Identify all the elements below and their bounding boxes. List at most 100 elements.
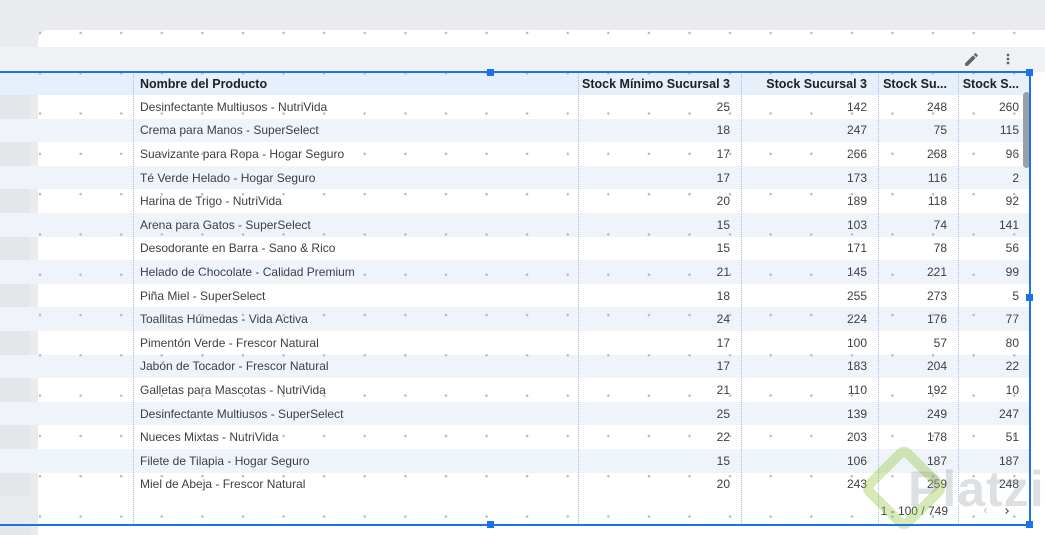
table-row[interactable]: Desinfectante Multiusos - NutriVida 25 142…: [0, 95, 1030, 119]
stock-value-cell: 266: [846, 146, 867, 161]
stock-value-cell: 106: [846, 453, 867, 468]
stock-value-cell: 21: [716, 382, 730, 397]
more-options-kebab-icon[interactable]: [997, 48, 1019, 70]
table-row[interactable]: Toallitas Húmedas - Vida Activa 24 224 176 7…: [0, 307, 1030, 331]
column-separator: [878, 72, 879, 525]
stock-value-cell: 10: [1005, 382, 1019, 397]
stock-value-cell: 273: [926, 288, 947, 303]
table-row[interactable]: Helado de Chocolate - Calidad Premium 21 1…: [0, 260, 1030, 284]
stock-value-cell: 139: [846, 406, 867, 421]
stock-value-cell: 57: [933, 335, 947, 350]
resize-handle-bottom[interactable]: [487, 521, 494, 528]
stock-value-cell: 20: [716, 477, 730, 492]
stock-value-cell: 25: [716, 406, 730, 421]
stock-value-cell: 187: [998, 453, 1019, 468]
chevron-right-icon[interactable]: [996, 500, 1018, 522]
resize-handle-top[interactable]: [487, 69, 494, 76]
stock-value-cell: 51: [1005, 430, 1019, 445]
stock-value-cell: 17: [716, 170, 730, 185]
table-row[interactable]: Crema para Manos - SuperSelect 18 247 75 115: [0, 118, 1030, 143]
stock-value-cell: 5: [1012, 288, 1019, 303]
stock-value-cell: 22: [716, 430, 730, 445]
product-name-cell: Desinfectante Multiusos - NutriVida: [140, 99, 328, 114]
stock-value-cell: 247: [998, 406, 1019, 421]
table-header-row: Nombre del Producto Stock Mínimo Sucursal…: [0, 72, 1030, 95]
product-name-cell: Helado de Chocolate - Calidad Premium: [140, 264, 355, 279]
column-header[interactable]: Stock S...: [958, 77, 1030, 91]
table-row[interactable]: Piña Miel - SuperSelect 18 255 273 5: [0, 283, 1030, 308]
stock-value-cell: 145: [846, 264, 867, 279]
resize-handle-top-right[interactable]: [1026, 69, 1033, 76]
stock-value-cell: 204: [926, 359, 947, 374]
resize-handle-bottom-right[interactable]: [1026, 521, 1033, 528]
chevron-left-icon[interactable]: [974, 500, 996, 522]
product-name-cell: Desinfectante Multiusos - SuperSelect: [140, 406, 344, 421]
product-name-cell: Harina de Trigo - NutriVida: [140, 194, 282, 209]
stock-value-cell: 248: [998, 477, 1019, 492]
product-name-cell: Miel de Abeja - Frescor Natural: [140, 477, 306, 492]
stock-value-cell: 116: [927, 170, 947, 185]
table-row[interactable]: Té Verde Helado - Hogar Seguro 17 173 116 2: [0, 165, 1030, 190]
stock-value-cell: 24: [716, 312, 730, 327]
stock-table-widget[interactable]: Nombre del Producto Stock Mínimo Sucursal…: [0, 72, 1030, 525]
product-name-cell: Piña Miel - SuperSelect: [140, 288, 266, 303]
widget-toolbar-band: [0, 47, 1045, 72]
stock-value-cell: 141: [998, 217, 1019, 232]
stock-value-cell: 268: [926, 146, 947, 161]
selection-border-top: [0, 71, 1030, 73]
pagination-range-label: 1 - 100 / 749: [880, 503, 948, 518]
product-name-cell: Galletas para Mascotas - NutriVida: [140, 382, 326, 397]
table-row[interactable]: Jabón de Tocador - Frescor Natural 17 183 2…: [0, 354, 1030, 379]
stock-value-cell: 15: [716, 453, 730, 468]
stock-value-cell: 142: [846, 99, 867, 114]
table-row[interactable]: Filete de Tilapia - Hogar Seguro 15 106 187…: [0, 448, 1030, 473]
stock-value-cell: 20: [716, 194, 730, 209]
stock-value-cell: 110: [847, 382, 867, 397]
stock-value-cell: 187: [926, 453, 947, 468]
report-editor-workspace: Nombre del Producto Stock Mínimo Sucursal…: [0, 0, 1045, 535]
column-separator: [741, 72, 742, 525]
column-header[interactable]: Stock Sucursal 3: [741, 77, 878, 91]
stock-value-cell: 260: [998, 99, 1019, 114]
stock-value-cell: 183: [846, 359, 867, 374]
stock-value-cell: 259: [926, 477, 947, 492]
table-row[interactable]: Desodorante en Barra - Sano & Rico 15 171 7…: [0, 236, 1030, 261]
product-name-cell: Jabón de Tocador - Frescor Natural: [140, 359, 329, 374]
column-header[interactable]: Nombre del Producto: [133, 77, 578, 91]
stock-value-cell: 118: [927, 194, 947, 209]
table-row[interactable]: Galletas para Mascotas - NutriVida 21 110 1…: [0, 378, 1030, 402]
product-name-cell: Nueces Mixtas - NutriVida: [140, 430, 279, 445]
column-separator: [578, 72, 579, 525]
table-row[interactable]: Pimentón Verde - Frescor Natural 17 100 57 8…: [0, 330, 1030, 355]
column-separator: [133, 72, 134, 525]
table-row[interactable]: Miel de Abeja - Frescor Natural 20 243 259 2…: [0, 472, 1030, 497]
stock-value-cell: 18: [716, 123, 730, 138]
column-header[interactable]: Stock Su...: [878, 77, 958, 91]
stock-value-cell: 249: [926, 406, 947, 421]
column-header[interactable]: Stock Mínimo Sucursal 3: [578, 77, 741, 91]
table-row[interactable]: Harina de Trigo - NutriVida 20 189 118 92: [0, 189, 1030, 213]
resize-handle-right[interactable]: [1026, 294, 1033, 301]
stock-value-cell: 100: [846, 335, 867, 350]
table-row[interactable]: Arena para Gatos - SuperSelect 15 103 74 141: [0, 212, 1030, 237]
table-row[interactable]: Desinfectante Multiusos - SuperSelect 25 1…: [0, 401, 1030, 426]
stock-value-cell: 176: [926, 312, 947, 327]
edit-pencil-icon[interactable]: [960, 48, 982, 70]
table-row[interactable]: Suavizante para Ropa - Hogar Seguro 17 266…: [0, 142, 1030, 166]
stock-value-cell: 173: [846, 170, 867, 185]
stock-value-cell: 2: [1012, 170, 1019, 185]
product-name-cell: Desodorante en Barra - Sano & Rico: [140, 241, 336, 256]
column-separator: [958, 72, 959, 525]
stock-value-cell: 17: [716, 359, 730, 374]
stock-value-cell: 203: [846, 430, 867, 445]
table-row[interactable]: Nueces Mixtas - NutriVida 22 203 178 51: [0, 425, 1030, 449]
stock-value-cell: 18: [716, 288, 730, 303]
stock-value-cell: 25: [716, 99, 730, 114]
stock-value-cell: 192: [926, 382, 947, 397]
stock-value-cell: 75: [933, 123, 947, 138]
selection-border-bottom: [0, 524, 1030, 526]
stock-value-cell: 99: [1005, 264, 1019, 279]
stock-value-cell: 171: [846, 241, 867, 256]
stock-value-cell: 80: [1005, 335, 1019, 350]
stock-value-cell: 15: [716, 241, 730, 256]
